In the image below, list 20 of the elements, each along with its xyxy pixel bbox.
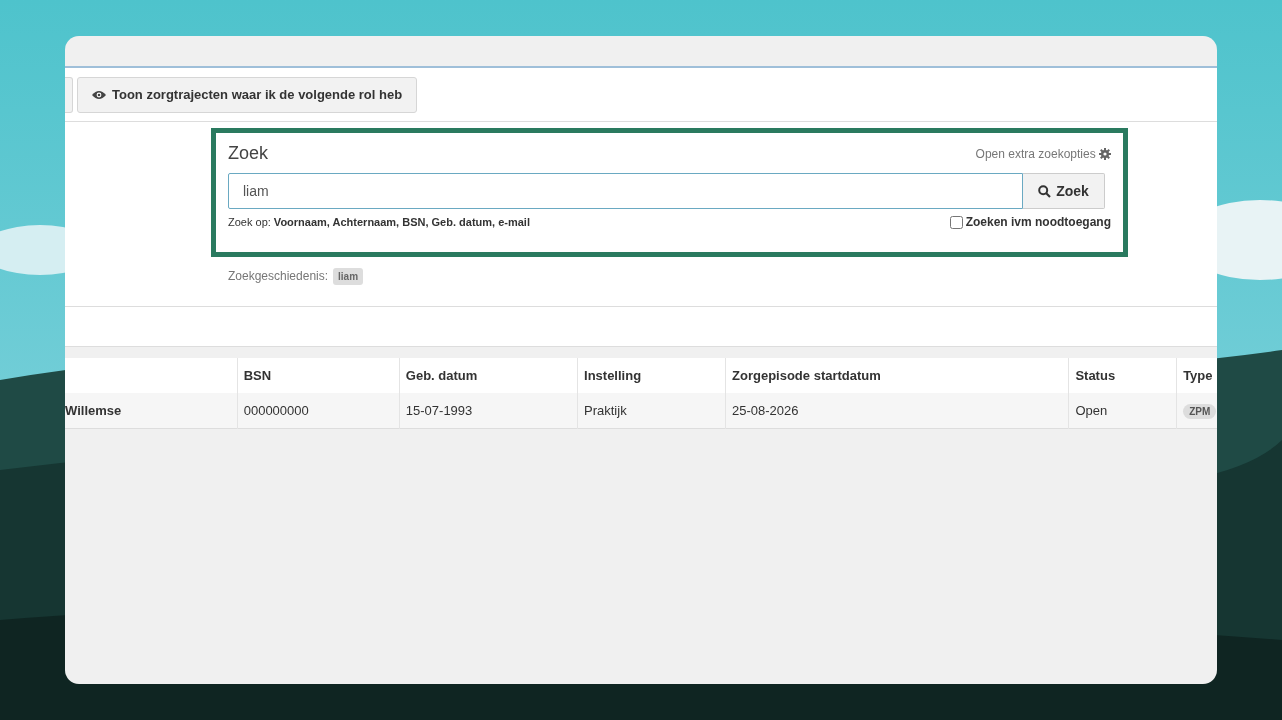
history-label: Zoekgeschiedenis: [228,268,329,285]
extra-options-link[interactable]: Open extra zoekopties [975,144,1111,163]
table-cell: 15-07-1993 [399,393,578,428]
table-cell: Willemse [65,393,238,428]
search-hint: Zoek op: Voornaam, Achternaam, BSN, Geb. datum, e-mail [228,214,530,230]
gear-icon [1099,148,1111,161]
history-chip[interactable]: liam [333,267,364,285]
search-icon [1038,184,1052,198]
eye-icon [92,89,106,100]
search-field[interactable]: liam [228,173,1023,209]
show-role-button[interactable]: Toon zorgtrajecten waar ik de volgende rol heb [77,76,418,113]
emergency-label: Zoeken ivm noodtoegang [965,214,1111,231]
table-cell: 25-08-2026 [725,393,1069,428]
table-cell: 000000000 [237,393,400,428]
table-cell: Praktijk [577,393,726,428]
search-title: Zoek [228,142,269,165]
type-badge: ZPM [1183,403,1217,419]
table-cell: Open [1068,393,1177,428]
emergency-checkbox[interactable] [949,215,963,229]
search-button[interactable]: Zoek [1023,173,1105,209]
